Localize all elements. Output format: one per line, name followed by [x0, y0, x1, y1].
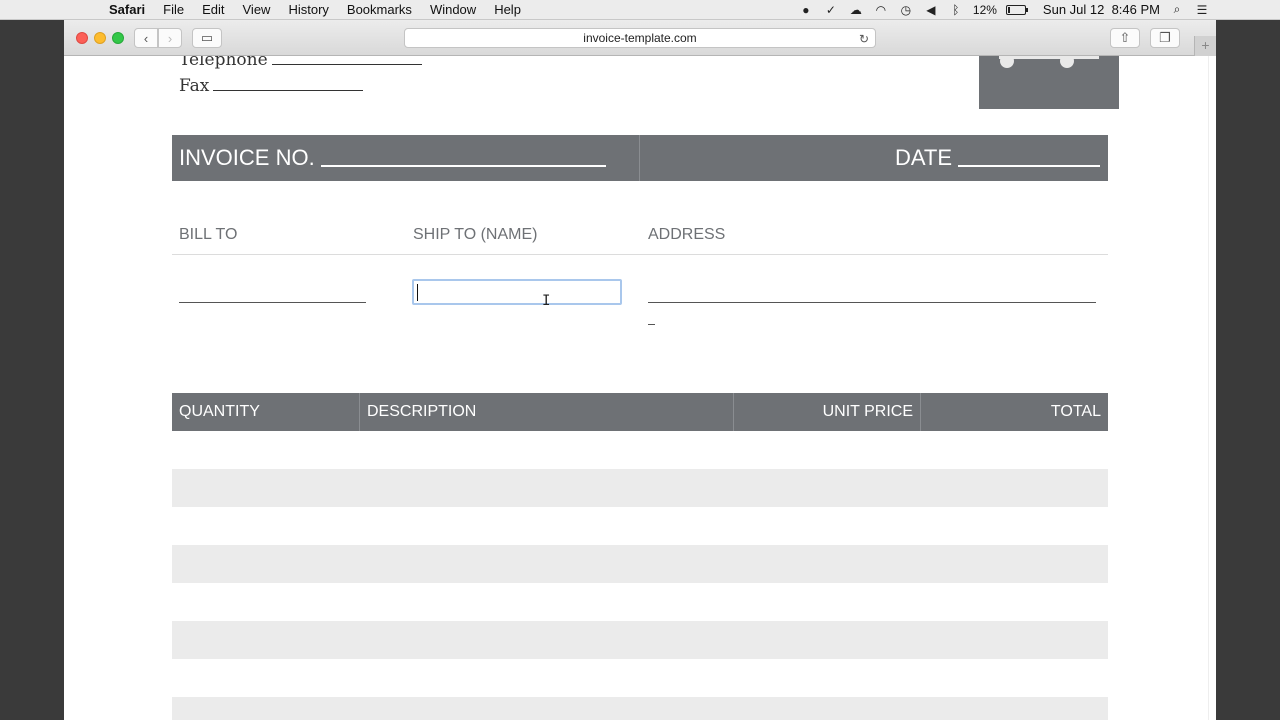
battery-icon[interactable] — [1005, 4, 1028, 15]
chevron-right-icon: › — [167, 30, 173, 46]
address-field[interactable] — [648, 302, 1096, 303]
menu-view[interactable]: View — [234, 0, 280, 20]
fax-field[interactable] — [213, 77, 364, 91]
table-row[interactable] — [172, 659, 1108, 697]
telephone-field[interactable] — [271, 56, 422, 65]
section-divider — [172, 254, 1108, 255]
fax-label: Fax — [179, 76, 210, 96]
telephone-label: Telephone — [179, 56, 268, 70]
column-divider — [733, 393, 734, 431]
show-tabs-button[interactable]: ❐ — [1150, 28, 1180, 48]
table-row[interactable] — [172, 431, 1108, 469]
back-button[interactable]: ‹ — [134, 28, 158, 48]
logo-dot-left — [1000, 56, 1014, 68]
cloud-icon[interactable]: ☁ — [848, 3, 864, 17]
chevron-left-icon: ‹ — [143, 30, 149, 46]
new-tab-button[interactable]: + — [1194, 36, 1216, 56]
share-icon: ⇧ — [1119, 30, 1131, 45]
reload-icon[interactable]: ↻ — [859, 30, 869, 48]
status-area: ● ✓ ☁ ◠ ◷ ◀ ᛒ 12% Sun Jul 12 8:46 PM ⌕ ☰ — [798, 2, 1280, 17]
menu-help[interactable]: Help — [485, 0, 530, 20]
quantity-header: QUANTITY — [179, 403, 260, 420]
safari-window: ‹ › ▭ invoice-template.com ↻ ⇧ ❐ + Telep… — [64, 20, 1216, 720]
ship-to-input[interactable] — [412, 279, 622, 305]
browser-toolbar: ‹ › ▭ invoice-template.com ↻ ⇧ ❐ + — [64, 20, 1216, 56]
table-row[interactable] — [172, 697, 1108, 720]
line-items-header: QUANTITY DESCRIPTION UNIT PRICE TOTAL — [172, 393, 1108, 431]
fax-line: Fax — [179, 76, 364, 96]
invoice-date: DATE — [895, 135, 1100, 181]
invoice-no-cell: INVOICE NO. — [172, 135, 640, 181]
bill-to-heading: BILL TO — [179, 226, 238, 243]
date-label: DATE — [894, 145, 952, 170]
clock[interactable]: Sun Jul 12 8:46 PM — [1043, 2, 1160, 17]
zoom-window-button[interactable] — [112, 32, 124, 44]
logo-bar — [999, 56, 1099, 59]
url-text: invoice-template.com — [583, 31, 697, 45]
telephone-line: Telephone — [179, 56, 422, 70]
description-header: DESCRIPTION — [367, 403, 477, 420]
time-machine-icon[interactable]: ◷ — [898, 3, 914, 17]
menu-bar: Safari File Edit View History Bookmarks … — [0, 0, 1280, 20]
text-caret — [417, 284, 418, 301]
menu-bookmarks[interactable]: Bookmarks — [338, 0, 421, 20]
table-row[interactable] — [172, 621, 1108, 659]
column-divider — [359, 393, 360, 431]
menu-app-safari[interactable]: Safari — [100, 0, 154, 20]
plus-icon: + — [1201, 37, 1210, 53]
logo-image — [979, 56, 1119, 109]
table-row[interactable] — [172, 583, 1108, 621]
menu-history[interactable]: History — [279, 0, 337, 20]
menu-window[interactable]: Window — [421, 0, 485, 20]
minimize-window-button[interactable] — [94, 32, 106, 44]
column-divider — [920, 393, 921, 431]
address-field-continuation[interactable] — [648, 324, 655, 325]
menu-edit[interactable]: Edit — [193, 0, 233, 20]
bluetooth-icon[interactable]: ᛒ — [948, 3, 964, 17]
invoice-no-label: INVOICE NO. — [179, 145, 315, 170]
volume-icon[interactable]: ◀ — [923, 3, 939, 17]
forward-button[interactable]: › — [158, 28, 182, 48]
record-icon[interactable]: ● — [798, 3, 814, 17]
address-heading: ADDRESS — [648, 226, 726, 243]
sidebar-button[interactable]: ▭ — [192, 28, 222, 48]
unit-price-header: UNIT PRICE — [822, 403, 913, 420]
page-content: Telephone Fax INVOICE NO. DATE BILL TO S… — [64, 56, 1208, 720]
date-field[interactable] — [958, 149, 1100, 167]
battery-percent: 12% — [972, 2, 997, 17]
bill-to-field[interactable] — [179, 302, 366, 303]
invoice-no: INVOICE NO. — [179, 135, 606, 181]
spotlight-icon[interactable]: ⌕ — [1169, 2, 1185, 17]
notification-center-icon[interactable]: ☰ — [1194, 3, 1210, 17]
table-row[interactable] — [172, 545, 1108, 583]
wifi-icon[interactable]: ◠ — [873, 3, 889, 17]
tabs-icon: ❐ — [1159, 30, 1171, 45]
ibeam-cursor-icon: I — [542, 293, 551, 309]
menu-file[interactable]: File — [154, 0, 193, 20]
sidebar-icon: ▭ — [200, 30, 214, 45]
close-window-button[interactable] — [76, 32, 88, 44]
checkmark-icon[interactable]: ✓ — [823, 3, 839, 17]
battery-level-fill — [1007, 6, 1010, 13]
ship-to-heading: SHIP TO (NAME) — [413, 226, 538, 243]
table-row[interactable] — [172, 469, 1108, 507]
share-button[interactable]: ⇧ — [1110, 28, 1140, 48]
invoice-header-bar: INVOICE NO. DATE — [172, 135, 1108, 181]
logo-dot-right — [1060, 56, 1074, 68]
total-header: TOTAL — [1050, 403, 1101, 420]
table-row[interactable] — [172, 507, 1108, 545]
invoice-no-field[interactable] — [320, 149, 606, 167]
scrollbar[interactable] — [1208, 56, 1216, 720]
address-bar[interactable]: invoice-template.com ↻ — [404, 28, 876, 48]
